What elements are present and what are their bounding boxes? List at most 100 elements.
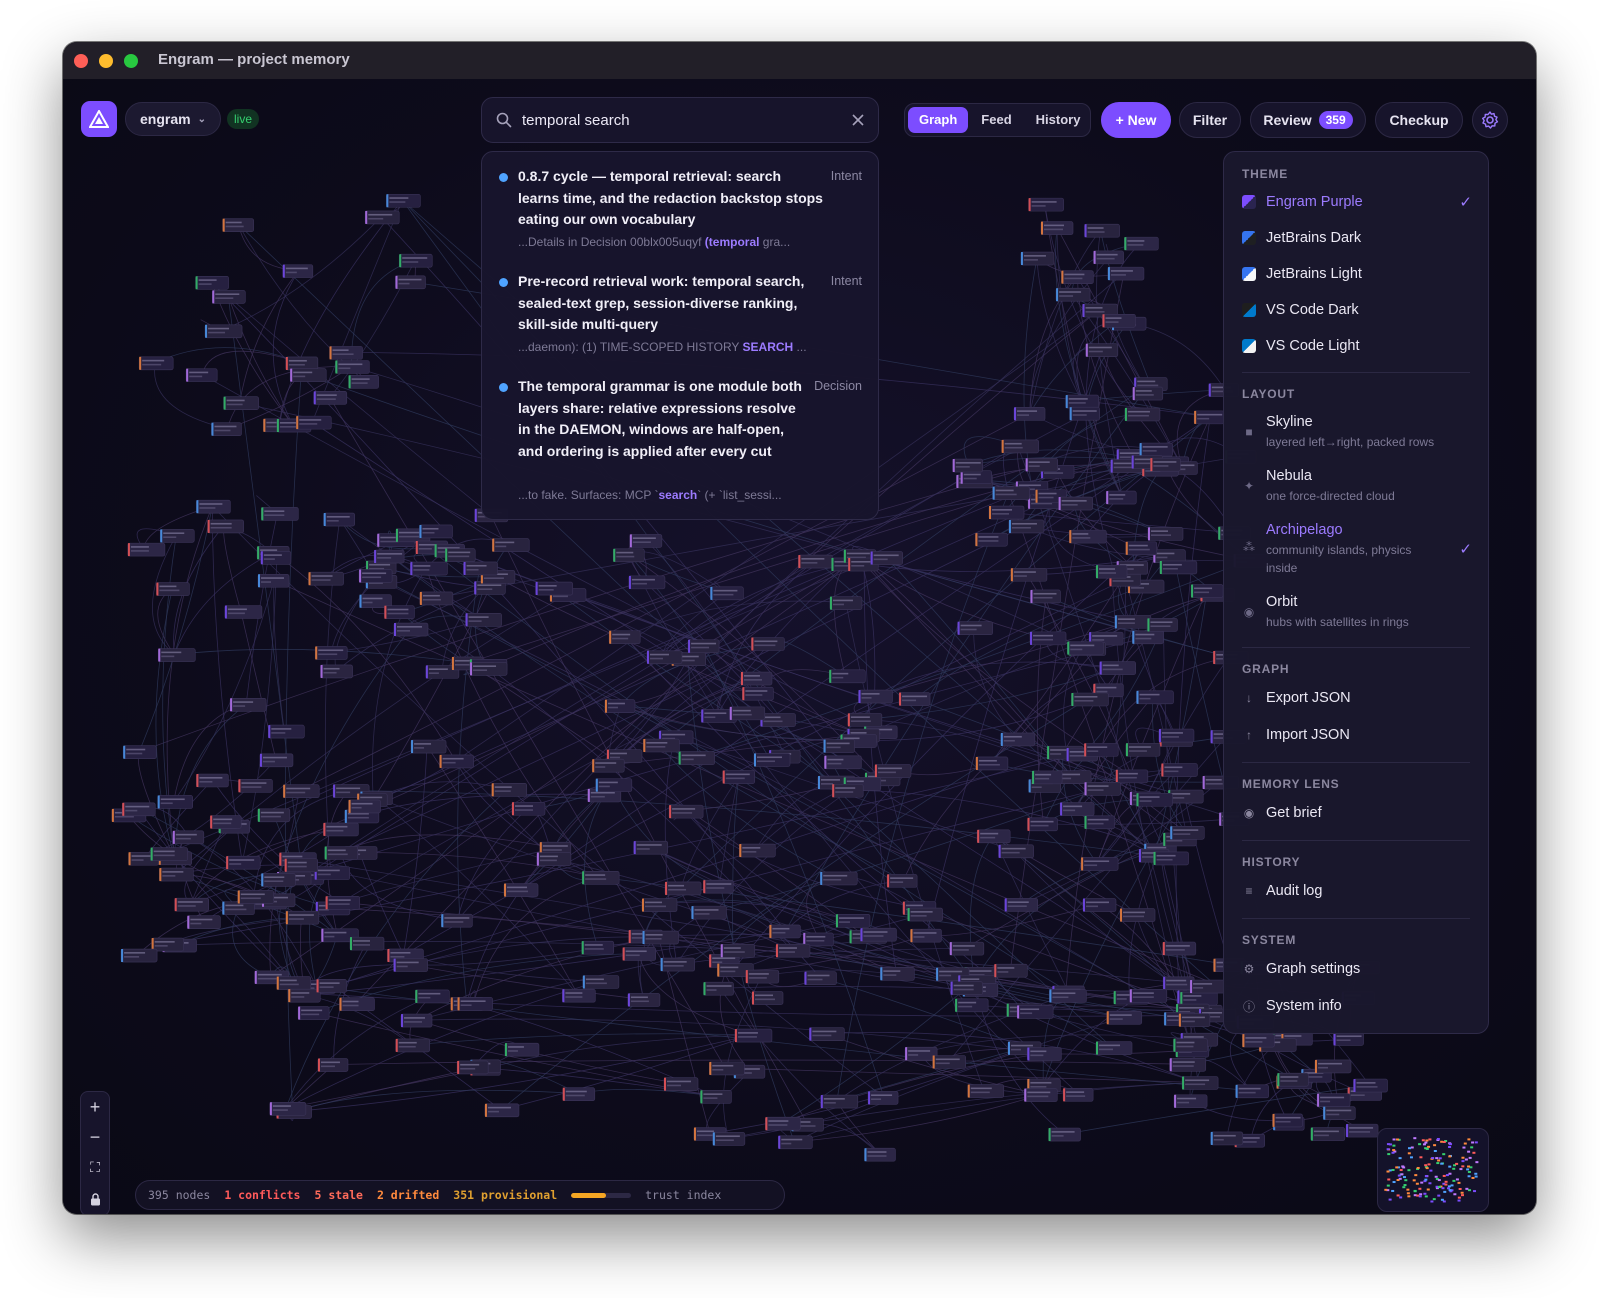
graph-node[interactable] <box>195 276 229 290</box>
graph-node[interactable] <box>1132 386 1164 401</box>
graph-node[interactable] <box>867 1091 899 1105</box>
graph-node[interactable] <box>870 551 903 565</box>
graph-node[interactable] <box>765 1116 801 1131</box>
graph-node[interactable] <box>237 890 275 904</box>
graph-node[interactable] <box>1030 589 1061 604</box>
fit-view-icon[interactable]: ⛶ <box>81 1152 109 1182</box>
graph-node[interactable] <box>1000 732 1036 747</box>
graph-node[interactable] <box>612 548 645 563</box>
graph-node[interactable] <box>1125 541 1158 556</box>
graph-node[interactable] <box>998 844 1034 859</box>
graph-node[interactable] <box>952 458 984 473</box>
graph-node[interactable] <box>358 569 393 583</box>
graph-node[interactable] <box>211 290 246 304</box>
graph-node[interactable] <box>880 967 915 981</box>
graph-node[interactable] <box>1333 1032 1364 1046</box>
graph-node[interactable] <box>1147 527 1184 541</box>
tab-graph[interactable]: Graph <box>908 107 969 133</box>
graph-node[interactable] <box>469 662 508 676</box>
graph-node[interactable] <box>729 706 766 721</box>
graph-node[interactable] <box>740 671 773 686</box>
graph-node[interactable] <box>511 801 546 816</box>
graph-node[interactable] <box>323 822 359 837</box>
graph-node[interactable] <box>1150 457 1181 472</box>
graph-node[interactable] <box>1242 1033 1275 1048</box>
graph-node[interactable] <box>975 756 1009 771</box>
graph-node[interactable] <box>1124 407 1161 422</box>
graph-node[interactable] <box>297 1006 330 1020</box>
graph-node[interactable] <box>622 947 656 961</box>
close-window-button[interactable] <box>74 54 88 68</box>
graph-node[interactable] <box>562 988 596 1003</box>
graph-node[interactable] <box>1162 941 1197 956</box>
stale-count[interactable]: 5 stale <box>314 1188 362 1202</box>
graph-node[interactable] <box>708 1061 745 1076</box>
checkup-button[interactable]: Checkup <box>1375 102 1463 138</box>
graph-node[interactable] <box>535 581 573 596</box>
graph-node[interactable] <box>1272 1113 1303 1128</box>
graph-node[interactable] <box>316 979 347 993</box>
graph-node[interactable] <box>1115 769 1149 784</box>
graph-node[interactable] <box>138 356 174 371</box>
graph-node[interactable] <box>441 913 473 928</box>
graph-node[interactable] <box>484 1103 520 1118</box>
search-bar[interactable]: temporal search <box>481 97 879 143</box>
zoom-out-icon[interactable]: − <box>81 1122 109 1152</box>
graph-node[interactable] <box>1023 1088 1058 1102</box>
graph-node[interactable] <box>207 519 244 534</box>
graph-node[interactable] <box>753 753 791 767</box>
graph-node[interactable] <box>1106 1010 1143 1025</box>
graph-node[interactable] <box>1161 763 1198 777</box>
graph-node[interactable] <box>932 1055 966 1069</box>
graph-node[interactable] <box>769 924 801 939</box>
graph-node[interactable] <box>348 799 381 814</box>
graph-node[interactable] <box>582 975 620 989</box>
graph-node[interactable] <box>604 699 636 714</box>
graph-node[interactable] <box>196 499 231 514</box>
graph-node[interactable] <box>1084 815 1115 830</box>
graph-node[interactable] <box>678 751 715 765</box>
graph-node[interactable] <box>663 1077 699 1091</box>
graph-node[interactable] <box>703 981 734 996</box>
graph-node[interactable] <box>187 915 221 930</box>
graph-node[interactable] <box>185 368 218 382</box>
graph-node[interactable] <box>410 561 448 576</box>
graph-node[interactable] <box>967 1084 1005 1098</box>
graph-node[interactable] <box>860 927 897 942</box>
graph-node[interactable] <box>950 981 983 996</box>
export-json-button[interactable]: ↓ Export JSON <box>1242 690 1472 706</box>
graph-node[interactable] <box>976 829 1011 844</box>
graph-node[interactable] <box>348 375 379 389</box>
graph-node[interactable] <box>1181 1076 1219 1090</box>
graph-node[interactable] <box>1314 1059 1352 1074</box>
project-switcher[interactable]: engram ⌄ <box>125 102 221 136</box>
graph-node[interactable] <box>1139 442 1173 457</box>
graph-node[interactable] <box>1016 1005 1054 1019</box>
graph-node[interactable] <box>295 415 332 430</box>
graph-node[interactable] <box>823 739 855 753</box>
graph-node[interactable] <box>289 368 327 382</box>
graph-node[interactable] <box>829 596 863 610</box>
graph-node[interactable] <box>395 275 426 290</box>
graph-node[interactable] <box>994 963 1028 978</box>
graph-node[interactable] <box>259 753 294 768</box>
graph-node[interactable] <box>1099 661 1136 675</box>
graph-node[interactable] <box>1125 742 1161 757</box>
graph-node[interactable] <box>643 738 680 753</box>
graph-node[interactable] <box>1277 1072 1309 1087</box>
graph-node[interactable] <box>949 941 985 956</box>
graph-node[interactable] <box>1136 792 1173 807</box>
graph-node[interactable] <box>1069 406 1100 421</box>
graph-node[interactable] <box>1068 529 1107 544</box>
graph-node[interactable] <box>1189 979 1226 994</box>
graph-node[interactable] <box>710 586 744 601</box>
get-brief-button[interactable]: ◉ Get brief <box>1242 805 1472 821</box>
graph-node[interactable] <box>159 867 194 882</box>
new-button[interactable]: + New <box>1101 102 1171 138</box>
graph-node[interactable] <box>224 605 263 619</box>
graph-node[interactable] <box>284 858 319 873</box>
graph-node[interactable] <box>456 1060 489 1075</box>
graph-node[interactable] <box>1084 781 1121 796</box>
settings-button[interactable] <box>1472 102 1508 138</box>
graph-node[interactable] <box>314 866 351 880</box>
